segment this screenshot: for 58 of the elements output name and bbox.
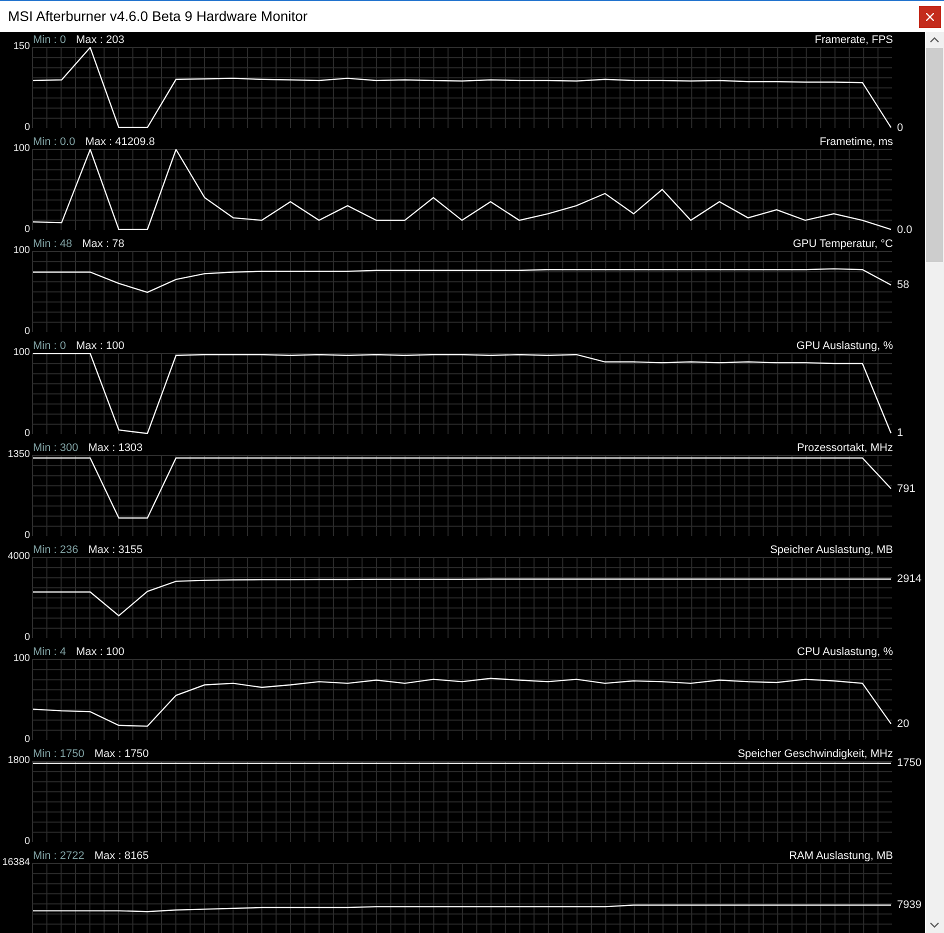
axis-tick-label: 4000 (8, 551, 30, 563)
axis-tick-label: 100 (13, 347, 30, 359)
axis-tick-label: 0 (24, 530, 30, 542)
current-value: 2914 (897, 573, 922, 586)
max-value: Max : 8165 (94, 850, 149, 862)
current-value: 791 (897, 482, 916, 495)
axis-tick-label: 0 (24, 632, 30, 644)
scrollbar-thumb[interactable] (926, 48, 943, 262)
min-value: Min : 0 (33, 340, 66, 352)
current-value: 58 (897, 279, 910, 292)
min-value: Min : 0.0 (33, 136, 76, 148)
axis-tick-label: 100 (13, 653, 30, 665)
graph-title: GPU Temperatur, °C (792, 238, 893, 250)
axis-tick-label: 150 (13, 41, 30, 53)
max-value: Max : 100 (76, 646, 124, 658)
axis-tick-label: 100 (13, 143, 30, 155)
axis-tick-label: 0 (24, 734, 30, 746)
graph-title: Framerate, FPS (814, 34, 893, 46)
graph-title: Speicher Auslastung, MB (770, 544, 893, 556)
min-value: Min : 0 (33, 34, 66, 46)
graph-title: RAM Auslastung, MB (789, 850, 893, 862)
min-value: Min : 300 (33, 442, 78, 454)
max-value: Max : 100 (76, 340, 124, 352)
max-value: Max : 41209.8 (85, 136, 155, 148)
graph-title: Speicher Geschwindigkeit, MHz (738, 748, 893, 760)
min-value: Min : 236 (33, 544, 78, 556)
axis-tick-label: 100 (13, 245, 30, 257)
axis-tick-label: 0 (24, 224, 30, 236)
axis-tick-label: 0 (24, 836, 30, 848)
min-value: Min : 4 (33, 646, 66, 658)
close-icon (926, 12, 934, 20)
scale-label: 16384 (2, 857, 30, 869)
max-value: Max : 1750 (94, 748, 149, 760)
axis-tick-label: 0 (24, 122, 30, 134)
current-value: 1750 (897, 757, 922, 770)
axis-tick-label: 1350 (8, 449, 30, 461)
axis-tick-label: 1800 (8, 755, 30, 767)
axis-tick-label: 0 (24, 428, 30, 440)
graph-title: GPU Auslastung, % (796, 340, 893, 352)
min-value: Min : 48 (33, 238, 72, 250)
graph-title: CPU Auslastung, % (797, 646, 893, 658)
max-value: Max : 3155 (88, 544, 143, 556)
window-title: MSI Afterburner v4.6.0 Beta 9 Hardware Monitor (7, 7, 308, 26)
current-value: 20 (897, 718, 910, 730)
current-value: 7939 (897, 899, 922, 912)
min-value: Min : 1750 (33, 748, 84, 760)
current-value: 1 (897, 427, 904, 440)
current-value: 0 (897, 122, 904, 134)
close-button[interactable] (919, 6, 941, 28)
graph-title: Prozessortakt, MHz (797, 442, 893, 454)
graph-title: Frametime, ms (820, 136, 893, 148)
max-value: Max : 1303 (88, 442, 143, 454)
min-value: Min : 2722 (33, 850, 84, 862)
max-value: Max : 78 (82, 238, 124, 250)
max-value: Max : 203 (76, 34, 124, 46)
scrollbar[interactable] (925, 32, 944, 933)
axis-tick-label: 0 (24, 326, 30, 338)
current-value: 0.0 (897, 224, 912, 236)
